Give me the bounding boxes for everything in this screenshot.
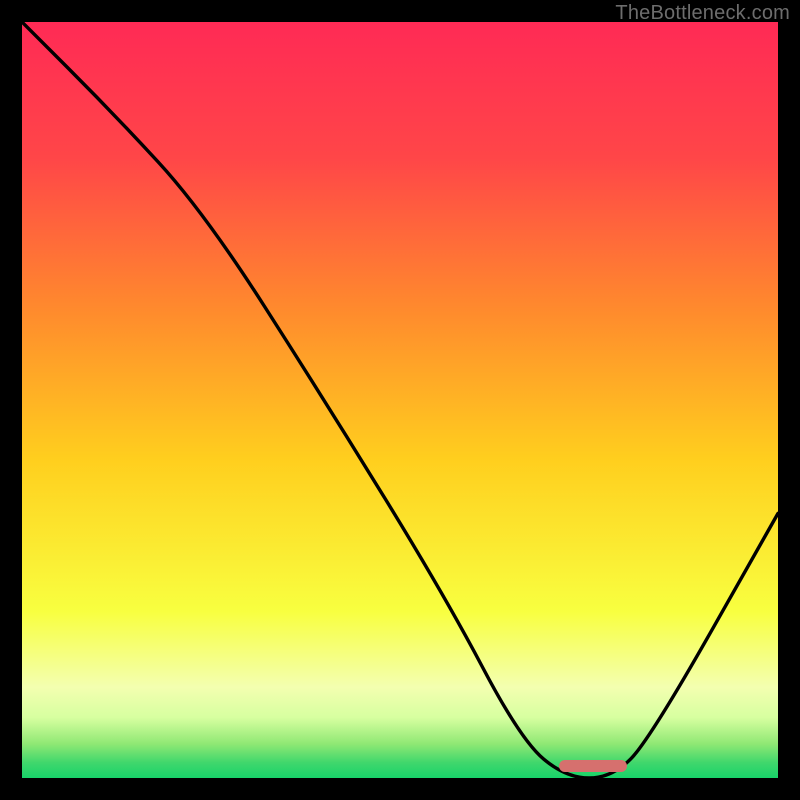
plot-area — [22, 22, 778, 778]
chart-frame: TheBottleneck.com — [0, 0, 800, 800]
optimal-range-marker — [559, 760, 627, 772]
bottleneck-curve — [22, 22, 778, 778]
